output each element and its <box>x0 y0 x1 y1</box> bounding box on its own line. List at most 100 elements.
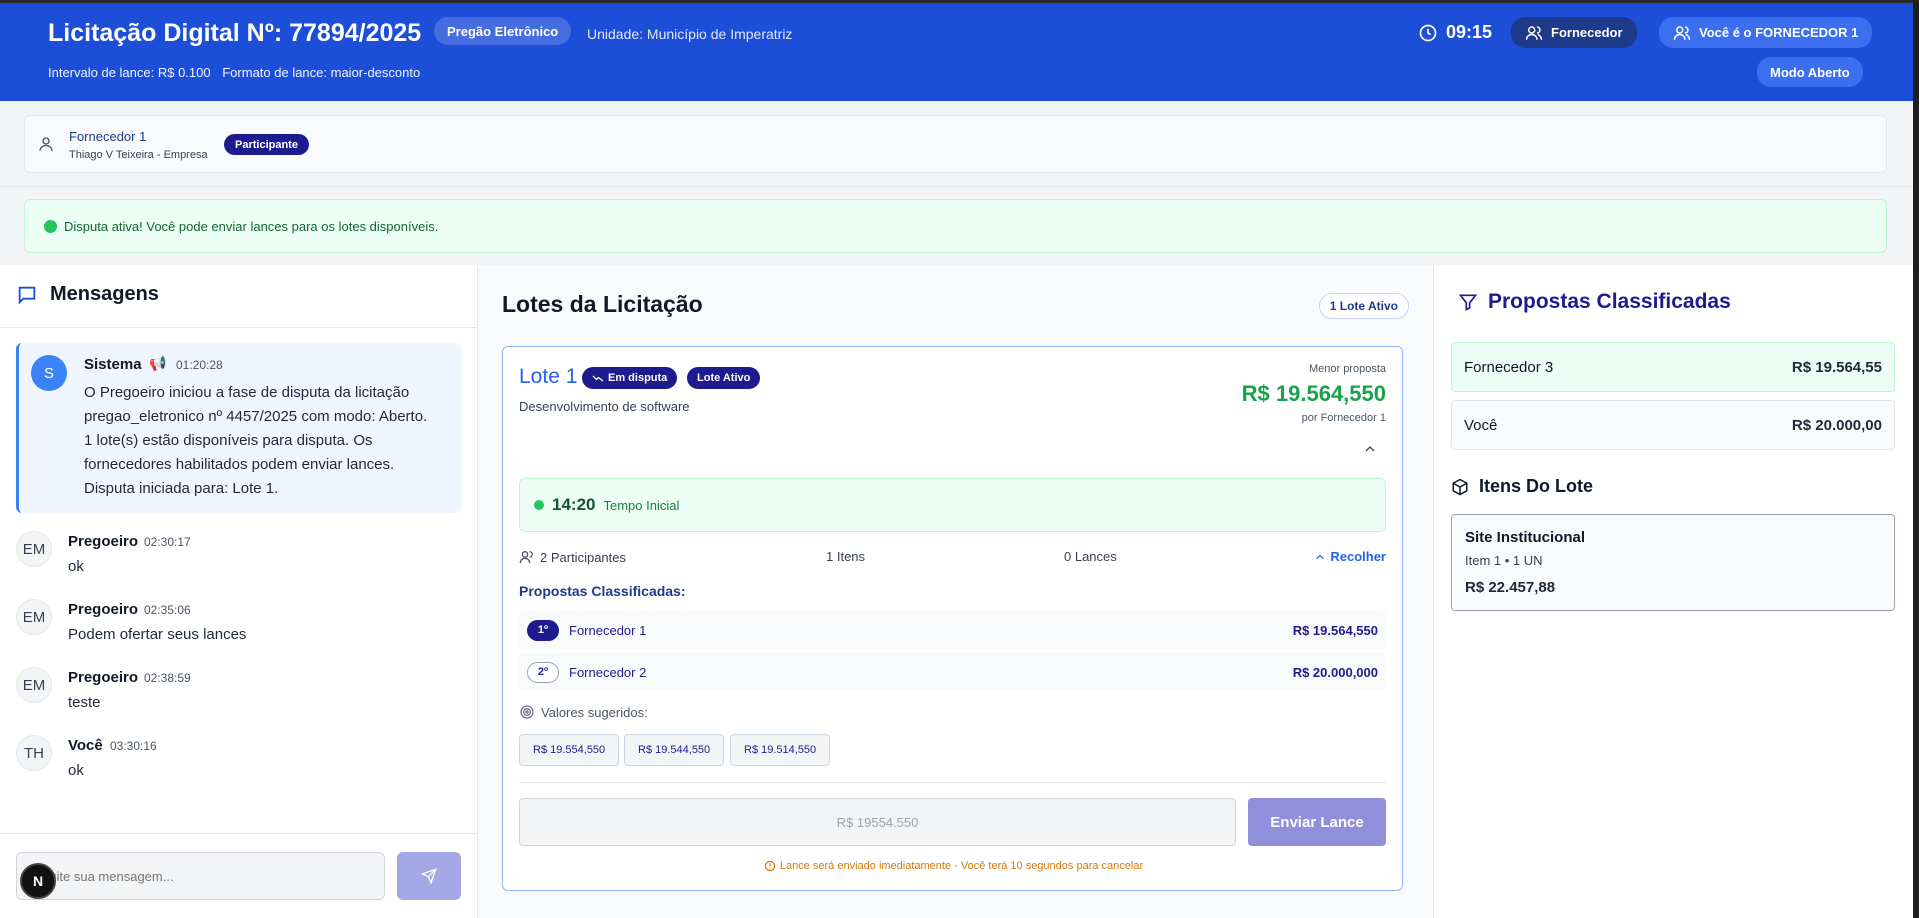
clock: 09:15 <box>1418 22 1492 43</box>
lote-stats: 2 Participantes 1 Itens 0 Lances Recolhe… <box>519 549 1386 569</box>
app-header: Licitação Digital Nº: 77894/2025 Pregão … <box>0 3 1913 101</box>
items-count: 1 Itens <box>826 549 866 564</box>
alert-circle-icon <box>764 860 776 872</box>
system-message: S Sistema 📢 01:20:28 O Pregoeiro iniciou… <box>16 343 462 513</box>
send-bid-button[interactable]: Enviar Lance <box>1248 798 1386 846</box>
rank-badge: 2º <box>527 661 559 683</box>
lote-description: Desenvolvimento de software <box>519 399 690 414</box>
collapse-label: Recolher <box>1330 549 1386 564</box>
lances-count: 0 Lances <box>1064 549 1117 564</box>
intervalo-text: Intervalo de lance: R$ 0.100 <box>48 65 211 80</box>
message-text: teste <box>68 694 101 711</box>
message-text: O Pregoeiro iniciou a fase de disputa da… <box>84 381 427 501</box>
message-text: ok <box>68 558 84 575</box>
role-badge-label: Fornecedor <box>1551 25 1623 40</box>
users-icon <box>1525 24 1543 42</box>
message-author: Pregoeiro <box>68 601 139 618</box>
timer-dot-icon <box>534 500 544 510</box>
chevron-up-icon <box>1315 553 1325 561</box>
status-badge: Em disputa <box>582 367 678 389</box>
divider <box>0 186 1913 187</box>
clock-icon <box>1418 23 1438 43</box>
lote-card: Lote 1 Em disputa Lote Ativo Desenvolvim… <box>502 346 1403 891</box>
message-line: Disputa iniciada para: Lote 1. <box>84 480 279 497</box>
message-line: O Pregoeiro iniciou a fase de disputa da… <box>84 384 410 401</box>
user-name: Fornecedor 1 <box>69 129 147 144</box>
trend-icon <box>592 373 604 383</box>
menor-proposta-author: por Fornecedor 1 <box>1301 412 1386 424</box>
message-author: Pregoeiro <box>68 669 139 686</box>
timer-value: 14:20 <box>552 495 596 514</box>
messages-title: Mensagens <box>50 283 159 305</box>
message-line: pregao_eletronico nº 4457/2025 com modo:… <box>84 408 428 425</box>
message-text: Podem ofertar seus lances <box>68 626 247 643</box>
message-line: 1 lote(s) estão disponíveis para disputa… <box>84 432 373 449</box>
user-bar: Fornecedor 1 Thiago V Teixeira - Empresa… <box>24 115 1887 173</box>
avatar: TH <box>16 735 52 771</box>
message-time: 02:38:59 <box>144 671 191 685</box>
classified-panel: Propostas Classificadas Fornecedor 3 R$ … <box>1434 265 1913 918</box>
message-time: 01:20:28 <box>176 358 223 372</box>
classified-row: Fornecedor 3 R$ 19.564,55 <box>1451 342 1895 392</box>
message-time: 02:30:17 <box>144 535 191 549</box>
modalidade-badge: Pregão Eletrônico <box>434 17 572 45</box>
window-scrollbar[interactable] <box>1913 0 1919 918</box>
suggested-value-button[interactable]: R$ 19.514,550 <box>730 734 831 766</box>
status-dot-icon <box>44 219 57 233</box>
menor-proposta-value: R$ 19.564,550 <box>1241 381 1386 406</box>
active-lotes-badge: 1 Lote Ativo <box>1318 293 1409 319</box>
avatar: EM <box>16 599 52 635</box>
you-badge: Você é o FORNECEDOR 1 <box>1659 17 1873 48</box>
mode-badge: Modo Aberto <box>1757 57 1863 87</box>
divider <box>519 782 1386 783</box>
user-icon <box>37 134 55 154</box>
participant-badge: Participante <box>224 134 309 155</box>
filter-icon <box>1458 292 1478 312</box>
item-meta: Item 1 • 1 UN <box>1465 553 1543 568</box>
lote-item-card: Site Institucional Item 1 • 1 UN R$ 22.4… <box>1451 514 1895 611</box>
send-icon <box>421 868 437 884</box>
clock-value: 09:15 <box>1446 22 1493 42</box>
suggested-value-button[interactable]: R$ 19.554,550 <box>519 734 620 766</box>
you-badge-label: Você é o FORNECEDOR 1 <box>1699 25 1859 40</box>
role-badge: Fornecedor <box>1511 17 1637 48</box>
message-author: Sistema <box>84 356 142 373</box>
users-icon <box>519 549 535 565</box>
bid-warning-text: Lance será enviado imediatamente - Você … <box>779 860 1144 872</box>
collapse-button[interactable]: Recolher <box>1315 549 1386 564</box>
target-icon <box>519 704 535 720</box>
lote-items-title: Itens Do Lote <box>1479 476 1594 496</box>
chevron-up-icon[interactable] <box>1364 444 1376 454</box>
status-badge-label: Em disputa <box>608 372 668 384</box>
lotes-panel: Lotes da Licitação 1 Lote Ativo Lote 1 E… <box>478 265 1434 918</box>
proposal-value: R$ 20.000,000 <box>1292 664 1378 680</box>
lote-name: Lote 1 <box>519 365 578 388</box>
lote-items-header: Itens Do Lote <box>1451 476 1593 497</box>
message-input[interactable] <box>16 852 385 900</box>
page-title: Licitação Digital Nº: 77894/2025 <box>48 19 422 47</box>
send-message-button[interactable] <box>397 852 461 900</box>
classified-title: Propostas Classificadas <box>1488 290 1731 313</box>
message-text: ok <box>68 762 84 779</box>
message-line: fornecedores habilitados podem enviar la… <box>84 456 395 473</box>
lotes-title: Lotes da Licitação <box>502 291 703 317</box>
chat-icon <box>16 284 38 306</box>
formato-text: Formato de lance: maior-desconto <box>222 65 421 80</box>
classified-name: Fornecedor 3 <box>1464 358 1554 376</box>
dev-tools-button[interactable]: N <box>20 863 56 899</box>
bid-warning: Lance será enviado imediatamente - Você … <box>503 860 1404 872</box>
message-time: 03:30:16 <box>110 739 157 753</box>
proposals-title: Propostas Classificadas: <box>519 583 686 599</box>
avatar: EM <box>16 531 52 567</box>
bid-input[interactable]: R$ 19554.550 <box>519 798 1236 846</box>
lance-info: Intervalo de lance: R$ 0.100 Formato de … <box>48 65 428 80</box>
avatar: S <box>31 355 67 391</box>
suggested-value-button[interactable]: R$ 19.544,550 <box>624 734 725 766</box>
divider <box>0 833 477 834</box>
message-author: Pregoeiro <box>68 533 139 550</box>
unidade-text: Unidade: Município de Imperatriz <box>587 26 793 42</box>
participants-stat: 2 Participantes <box>519 549 626 565</box>
proposal-row: 2º Fornecedor 2 R$ 20.000,000 <box>519 653 1386 691</box>
classified-row: Você R$ 20.000,00 <box>1451 400 1895 450</box>
message-time: 02:35:06 <box>144 603 191 617</box>
